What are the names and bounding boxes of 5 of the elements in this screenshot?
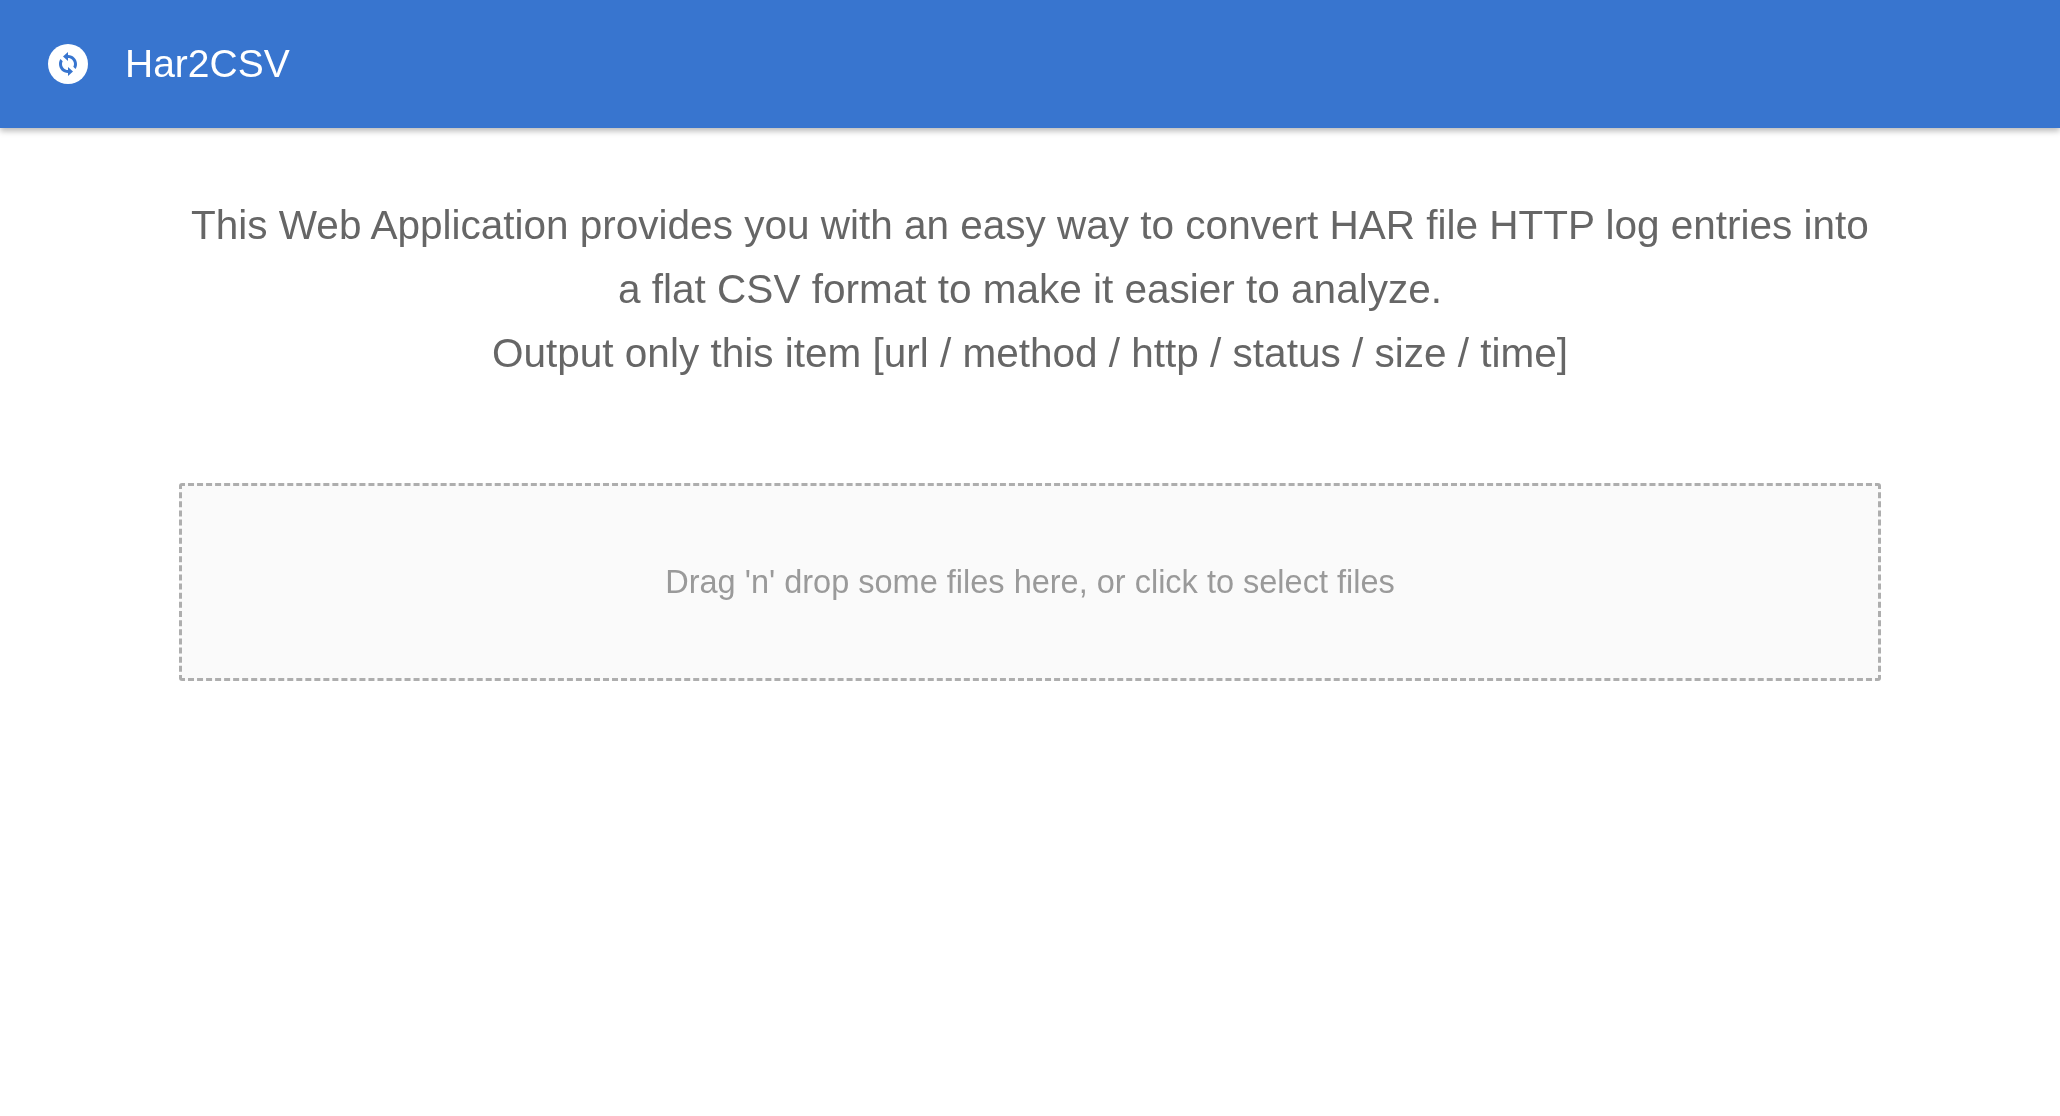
file-drop-zone[interactable]: Drag 'n' drop some files here, or click to select files	[179, 483, 1881, 681]
output-note-text: Output only this item [url / method / http / status / size / time]	[491, 329, 1569, 378]
app-title: Har2CSV	[125, 40, 290, 87]
description-text: This Web Application provides you with an easy way to convert HAR file HTTP log entries into a flat CSV format to make it easier to analyze.	[190, 201, 1870, 314]
sync-icon	[48, 44, 88, 84]
